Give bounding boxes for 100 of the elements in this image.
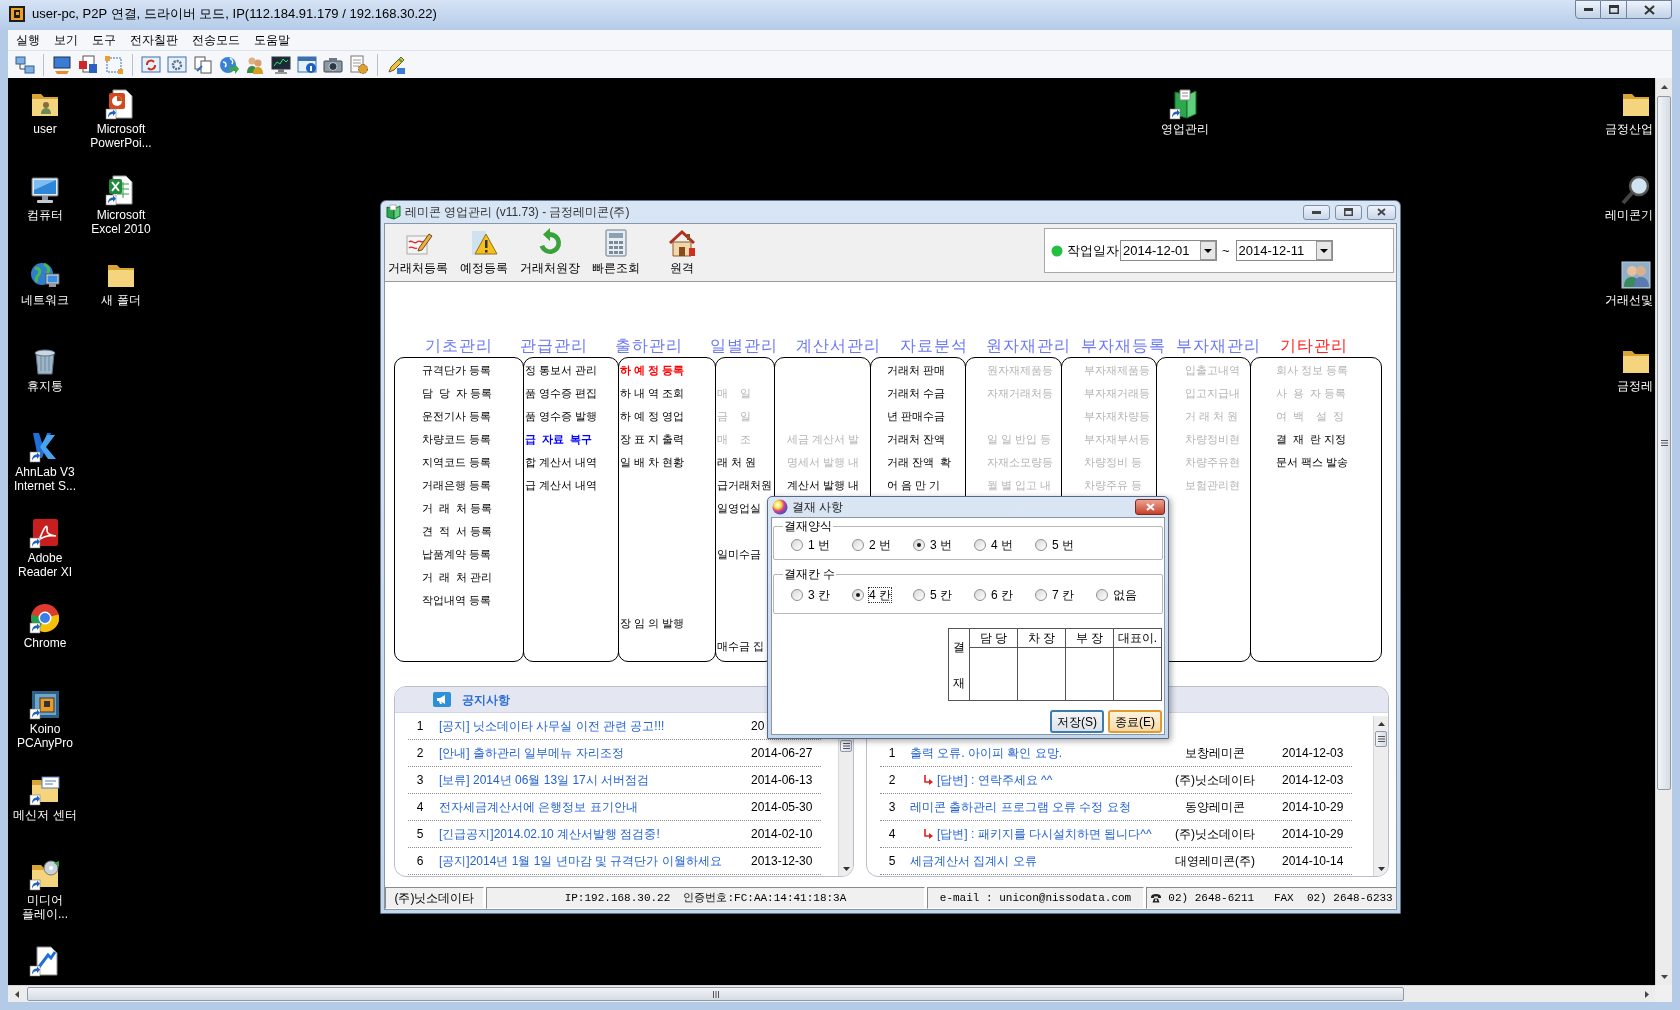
menu-item[interactable]: 실행 (9, 31, 47, 49)
menu-item[interactable]: 품 영수증 발행 (525, 405, 598, 428)
warning-icon[interactable] (469, 228, 499, 258)
board-title-link[interactable]: 레미콘 출하관리 프로그램 오류 수정 요청 (910, 798, 1165, 816)
minimize-icon[interactable] (1312, 210, 1321, 214)
toolbar-button[interactable]: 거래처원장 (517, 224, 583, 280)
radio-button[interactable] (913, 539, 925, 551)
radio-option[interactable]: 5 칸 (913, 587, 974, 603)
up-arrow-icon[interactable] (1660, 84, 1668, 89)
notice-title-link[interactable]: [안내] 출하관리 일부메뉴 자리조정 (439, 744, 751, 762)
toolbar-button[interactable]: 빠른조회 (583, 224, 649, 280)
radio-button[interactable] (1035, 589, 1047, 601)
notice-title-link[interactable]: 전자세금계산서에 은행정보 표기안내 (439, 798, 751, 816)
toolbar-button[interactable]: 거래처등록 (385, 224, 451, 280)
close-button[interactable] (1627, 0, 1672, 19)
menu-item[interactable]: 매수금 집 (717, 635, 765, 658)
menu-item[interactable]: 거래처 판매 (887, 359, 946, 382)
scrollbar-thumb[interactable] (1657, 96, 1671, 790)
desktop-icon-label[interactable]: 금정산업 (1605, 122, 1653, 136)
dialog-button[interactable]: 종료(E) (1108, 710, 1162, 733)
radio-button[interactable] (913, 589, 925, 601)
radio-option[interactable]: 5 번 (1035, 537, 1096, 553)
radio-option[interactable]: 1 번 (791, 537, 852, 553)
menu-item[interactable]: 일영업실 (717, 497, 761, 520)
minimize-icon[interactable] (1583, 8, 1593, 11)
desktop-icon-label[interactable]: 휴지통 (27, 379, 63, 393)
radio-button[interactable] (791, 539, 803, 551)
radio-option[interactable]: 3 번 (913, 537, 974, 553)
menu-item[interactable]: 하 내 역 조회 (620, 382, 685, 405)
people-icon[interactable] (1620, 259, 1652, 291)
radio-button[interactable] (1035, 539, 1047, 551)
close-icon[interactable] (1643, 4, 1655, 15)
left-arrow-icon[interactable] (14, 990, 19, 998)
menu-item[interactable]: 견 적 서 등록 (422, 520, 493, 543)
maximize-icon[interactable] (1344, 208, 1353, 216)
desktop-icon-label[interactable]: Microsoft PowerPoi... (86, 122, 156, 150)
menu-item[interactable]: 차량코드 등록 (422, 428, 492, 451)
menu-item[interactable]: 하 예 정 영업 (620, 405, 685, 428)
desktop-icon-label[interactable]: 네트워크 (21, 293, 69, 307)
menu-item[interactable]: 결 재 란 지정 (1276, 428, 1347, 451)
horizontal-scrollbar[interactable] (8, 985, 1655, 1002)
notice-title-link[interactable]: [보류] 2014년 06월 13일 17시 서버점검 (439, 771, 751, 789)
menu-item[interactable]: 장 임 의 발행 (620, 612, 685, 635)
notice-title-link[interactable]: [공지]2014년 1월 1일 년마감 및 규격단가 이월하세요 (439, 852, 751, 870)
desktop-icon-label[interactable]: AhnLab V3 Internet S... (10, 465, 80, 493)
menu-item[interactable]: 보기 (47, 31, 85, 49)
pencil-icon[interactable] (386, 54, 406, 75)
menu-item[interactable]: 품 영수증 편집 (525, 382, 598, 405)
copy-documents-icon[interactable] (193, 54, 213, 75)
board-title-link[interactable]: [답변] : 연락주세요 ^^ (937, 771, 1165, 789)
menu-item[interactable]: 거 래 처 관리 (422, 566, 493, 589)
folder-icon[interactable] (29, 774, 61, 806)
notice-title-link[interactable]: [긴급공지]2014.02.10 계산서발행 점검중! (439, 825, 751, 843)
up-arrow-icon[interactable] (1377, 721, 1385, 726)
menu-item[interactable]: 거래처 잔액 (887, 428, 946, 451)
square-logo-icon[interactable] (29, 688, 61, 720)
radio-option[interactable]: 3 칸 (791, 587, 852, 603)
desktop-icon-label[interactable]: 레미콘기 (1605, 208, 1653, 222)
down-arrow-icon[interactable] (1377, 866, 1385, 871)
radio-button[interactable] (791, 589, 803, 601)
menu-item[interactable]: 규격단가 등록 (422, 359, 492, 382)
toolbar-button[interactable]: 원격 (649, 224, 715, 280)
search-icon[interactable] (1620, 174, 1652, 206)
minimize-button[interactable] (1575, 0, 1601, 19)
radio-button[interactable] (852, 589, 864, 601)
desktop-icon-label[interactable]: 거래선및 (1605, 293, 1653, 307)
close-icon[interactable] (1377, 208, 1386, 216)
vertical-scrollbar[interactable] (1373, 716, 1388, 876)
radio-option[interactable]: 없음 (1096, 587, 1157, 603)
menu-item[interactable]: 거 래 처 등록 (422, 497, 493, 520)
program-icon[interactable] (29, 945, 61, 977)
radio-button[interactable] (852, 539, 864, 551)
desktop-icon-label[interactable]: Adobe Reader XI (10, 551, 80, 579)
desktop-icon-label[interactable]: 컴퓨터 (27, 208, 63, 222)
radio-option[interactable]: 7 칸 (1035, 587, 1096, 603)
desktop-icon-label[interactable]: user (33, 122, 57, 136)
menu-item[interactable]: 도움말 (247, 31, 297, 49)
date-dropdown[interactable]: 2014-12-01 (1120, 240, 1217, 261)
menu-item[interactable]: 합 계산서 내역 (525, 451, 598, 474)
document-icon[interactable] (29, 517, 61, 549)
scrollbar-thumb[interactable] (27, 987, 1404, 1001)
menu-item[interactable]: 전자칠판 (123, 31, 185, 49)
menu-item[interactable]: 어 음 만 기 (887, 474, 941, 497)
menu-item[interactable]: 정 통보서 관리 (525, 359, 598, 382)
close-button[interactable] (1367, 204, 1396, 220)
menu-item[interactable]: 작업내역 등록 (422, 589, 492, 612)
down-arrow-icon[interactable] (842, 866, 850, 871)
maximize-button[interactable] (1601, 0, 1627, 19)
radio-option[interactable]: 4 번 (974, 537, 1035, 553)
window-gear-icon[interactable] (167, 54, 187, 75)
menu-item[interactable]: 계산서 발행 내 (787, 474, 860, 497)
board-title-link[interactable]: [답변] : 패키지를 다시설치하면 됩니다^^ (937, 825, 1165, 843)
radio-option[interactable]: 2 번 (852, 537, 913, 553)
computer-icon[interactable] (29, 174, 61, 206)
house-icon[interactable] (667, 228, 697, 258)
round-logo-icon[interactable] (29, 602, 61, 634)
desktop-icon-label[interactable]: 메신저 센터 (13, 808, 77, 822)
minimize-button[interactable] (1303, 204, 1330, 220)
scrollbar-thumb[interactable] (840, 740, 852, 752)
menu-item[interactable]: 담 당 자 등록 (422, 382, 493, 405)
